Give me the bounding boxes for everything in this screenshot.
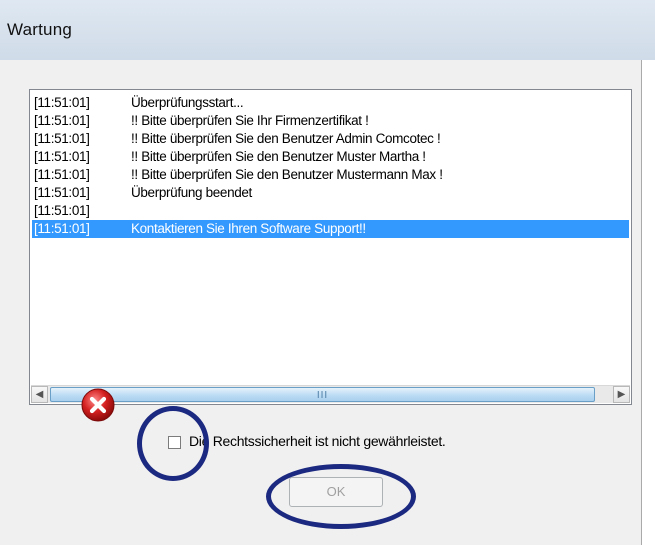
log-row[interactable]: [11:51:01] !! Bitte überprüfen Sie den Be… bbox=[32, 148, 629, 166]
log-timestamp: [11:51:01] bbox=[34, 95, 90, 110]
scroll-right-button[interactable]: ▶ bbox=[613, 386, 630, 403]
log-message: !! Bitte überprüfen Sie den Benutzer Adm… bbox=[131, 131, 441, 146]
log-row[interactable]: [11:51:01] bbox=[32, 202, 629, 220]
title-bar: Wartung bbox=[0, 0, 655, 60]
log-message: Überprüfungsstart... bbox=[131, 95, 244, 110]
arrow-left-icon: ◀ bbox=[35, 389, 44, 400]
window-title: Wartung bbox=[7, 20, 73, 39]
log-timestamp: [11:51:01] bbox=[34, 203, 90, 218]
log-rows: [11:51:01] Überprüfungsstart... [11:51:01]… bbox=[32, 94, 629, 238]
log-timestamp: [11:51:01] bbox=[34, 113, 90, 128]
error-icon bbox=[81, 388, 115, 422]
scroll-left-button[interactable]: ◀ bbox=[31, 386, 48, 403]
log-timestamp: [11:51:01] bbox=[34, 185, 90, 200]
legal-notice-checkbox[interactable] bbox=[168, 436, 181, 449]
log-message: !! Bitte überprüfen Sie den Benutzer Mus… bbox=[131, 149, 426, 164]
scrollbar-thumb[interactable]: III bbox=[50, 387, 595, 402]
log-timestamp: [11:51:01] bbox=[34, 167, 90, 182]
log-row[interactable]: [11:51:01] !! Bitte überprüfen Sie Ihr Fi… bbox=[32, 112, 629, 130]
arrow-right-icon: ▶ bbox=[617, 389, 626, 400]
log-row[interactable]: [11:51:01] Überprüfungsstart... bbox=[32, 94, 629, 112]
horizontal-scrollbar[interactable]: ◀ III ▶ bbox=[31, 385, 630, 403]
log-timestamp: [11:51:01] bbox=[34, 149, 90, 164]
log-row[interactable]: [11:51:01] Kontaktieren Sie Ihren Softwar… bbox=[32, 220, 629, 238]
log-message: !! Bitte überprüfen Sie Ihr Firmenzertif… bbox=[131, 113, 369, 128]
log-timestamp: [11:51:01] bbox=[34, 221, 90, 236]
legal-notice-label: Die Rechtssicherheit ist nicht gewährlei… bbox=[189, 433, 446, 449]
log-timestamp: [11:51:01] bbox=[34, 131, 90, 146]
log-listbox[interactable]: [11:51:01] Überprüfungsstart... [11:51:01]… bbox=[29, 89, 632, 405]
log-row[interactable]: [11:51:01] Überprüfung beendet bbox=[32, 184, 629, 202]
log-message: Kontaktieren Sie Ihren Software Support!… bbox=[131, 221, 366, 236]
ok-button[interactable]: OK bbox=[289, 477, 383, 507]
dialog-body: [11:51:01] Überprüfungsstart... [11:51:01]… bbox=[0, 60, 642, 545]
log-row[interactable]: [11:51:01] !! Bitte überprüfen Sie den Be… bbox=[32, 166, 629, 184]
log-row[interactable]: [11:51:01] !! Bitte überprüfen Sie den Be… bbox=[32, 130, 629, 148]
log-message: !! Bitte überprüfen Sie den Benutzer Mus… bbox=[131, 167, 443, 182]
scrollbar-grip: III bbox=[316, 390, 329, 401]
log-message: Überprüfung beendet bbox=[131, 185, 252, 200]
